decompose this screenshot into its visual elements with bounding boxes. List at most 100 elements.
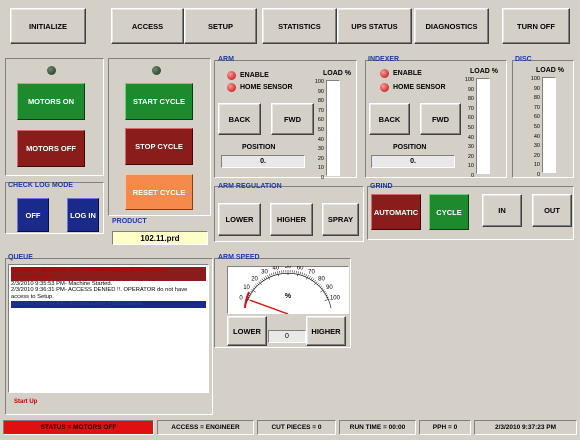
reset-cycle-button[interactable]: RESET CYCLE — [125, 174, 193, 210]
gauge-tick — [318, 284, 321, 287]
gauge-tick-label: 80 — [318, 276, 325, 282]
start-cycle-button[interactable]: START CYCLE — [125, 83, 193, 120]
gauge-tick — [314, 279, 317, 282]
gauge-tick — [305, 274, 307, 277]
status-pph: PPH = 0 — [419, 420, 471, 435]
gauge-tick — [309, 276, 311, 279]
arm-back-button[interactable]: BACK — [218, 103, 261, 135]
motors-on-button[interactable]: MOTORS ON — [17, 83, 85, 120]
gauge-tick — [255, 284, 258, 287]
indexer-load-label: LOAD % — [470, 68, 498, 75]
status-motors: STATUS = MOTORS OFF — [3, 420, 154, 435]
access-button[interactable]: ACCESS — [111, 8, 184, 44]
disc-title: DISC — [515, 56, 532, 63]
indexer-load-scale: 100 90 80 70 60 50 40 30 20 10 0 — [464, 77, 474, 179]
gauge-tick — [303, 273, 305, 276]
product-field: 102.11.prd — [112, 231, 208, 245]
statistics-button[interactable]: STATISTICS — [262, 8, 337, 44]
arm-title: ARM — [218, 56, 234, 63]
indexer-enable-label: ENABLE — [393, 70, 422, 77]
arm-position-field: 0. — [221, 155, 305, 168]
ups-status-button[interactable]: UPS STATUS — [337, 8, 412, 44]
arm-load-scale: 100 90 80 70 60 50 40 30 20 10 0 — [314, 79, 324, 181]
gauge-tick — [273, 272, 275, 275]
status-access: ACCESS = ENGINEER — [157, 420, 254, 435]
automatic-button[interactable]: AUTOMATIC — [371, 194, 421, 230]
gauge-tick-label: 90 — [326, 285, 333, 291]
grind-cycle-button[interactable]: CYCLE — [429, 194, 469, 230]
gauge-tick — [312, 278, 315, 281]
gauge-tick-label: 0 — [239, 296, 243, 302]
gauge-tick — [253, 285, 257, 288]
gauge-tick — [259, 279, 262, 282]
gauge-tick-label: 40 — [273, 266, 280, 271]
turn-off-button[interactable]: TURN OFF — [502, 8, 570, 44]
gauge-tick — [310, 277, 313, 280]
gauge-tick — [271, 273, 273, 276]
arm-enable-led — [227, 71, 236, 80]
grind-in-button[interactable]: IN — [482, 194, 522, 227]
gauge-tick — [265, 276, 267, 279]
indexer-home-sensor-label: HOME SENSOR — [393, 84, 446, 91]
gauge-tick — [319, 285, 323, 288]
log-in-button[interactable]: LOG IN — [67, 198, 99, 232]
gauge-tick — [256, 282, 259, 285]
arm-speed-display: 0 — [268, 330, 306, 343]
indexer-title: INDEXER — [368, 56, 400, 63]
spray-button[interactable]: SPRAY — [322, 203, 359, 236]
gauge-tick — [261, 278, 264, 281]
check-log-title: CHECK LOG MODE — [8, 182, 73, 189]
gauge-tick — [263, 277, 266, 280]
gauge-tick-label: 30 — [261, 270, 268, 276]
gauge-tick-label: 20 — [251, 276, 258, 282]
arm-speed-title: ARM SPEED — [218, 254, 260, 261]
arm-regulation-higher-button[interactable]: HIGHER — [270, 203, 313, 236]
gauge-red-zone — [244, 291, 250, 309]
arm-position-label: POSITION — [242, 144, 276, 151]
log-line: 2/3/2010 9:35:53 PM- Error communicating… — [11, 267, 206, 274]
gauge-tick-label: 50 — [285, 266, 292, 270]
gauge-tick-label: 60 — [297, 266, 304, 271]
disc-load-bar — [542, 77, 556, 173]
arm-speed-higher-button[interactable]: HIGHER — [306, 316, 346, 346]
arm-regulation-lower-button[interactable]: LOWER — [218, 203, 261, 236]
gauge-tick — [317, 282, 320, 285]
status-datetime: 2/3/2010 9:37:23 PM — [474, 420, 577, 435]
disc-load-scale: 100 90 80 70 60 50 40 30 20 10 0 — [530, 76, 540, 178]
stop-cycle-button[interactable]: STOP CYCLE — [125, 128, 193, 165]
log-line: access to Setup. — [11, 294, 54, 301]
log-line: 2/3/2010 9:35:53 PM- Machine Started. — [11, 280, 113, 287]
gauge-tick-label: 100 — [330, 296, 341, 302]
grind-out-button[interactable]: OUT — [532, 194, 572, 227]
motors-status-led — [47, 66, 56, 75]
gauge-tick — [297, 271, 299, 277]
motors-off-button[interactable]: MOTORS OFF — [17, 130, 85, 167]
diagnostics-button[interactable]: DIAGNOSTICS — [414, 8, 489, 44]
queue-log[interactable]: 2/3/2010 9:35:53 PM- Error communicating… — [8, 264, 209, 393]
gauge-tick — [269, 274, 271, 277]
arm-speed-lower-button[interactable]: LOWER — [227, 316, 267, 346]
indexer-load-bar — [476, 78, 490, 174]
disc-load-label: LOAD % — [536, 67, 564, 74]
arm-home-sensor-label: HOME SENSOR — [240, 84, 293, 91]
queue-title: QUEUE — [8, 254, 33, 261]
indexer-back-button[interactable]: BACK — [369, 103, 410, 135]
setup-button[interactable]: SETUP — [184, 8, 257, 44]
log-line: 2/3/2010 9:36:31 PM- ACCESS DENIED !!. O… — [11, 287, 188, 294]
arm-home-sensor-led — [227, 83, 236, 92]
cycle-status-led — [152, 66, 161, 75]
arm-speed-gauge: 0102030 40 50 60 708090 100 % — [239, 266, 341, 314]
gauge-tick — [301, 272, 303, 275]
arm-load-bar — [326, 80, 340, 176]
arm-enable-label: ENABLE — [240, 72, 269, 79]
arm-regulation-title: ARM REGULATION — [218, 183, 282, 190]
indexer-enable-led — [380, 69, 389, 78]
gauge-tick — [299, 271, 301, 275]
gauge-tick — [275, 271, 277, 275]
grind-title: GRIND — [370, 183, 393, 190]
log-off-button[interactable]: OFF — [17, 198, 49, 232]
initialize-button[interactable]: INITIALIZE — [10, 8, 86, 44]
indexer-position-label: POSITION — [393, 144, 427, 151]
indexer-position-field: 0. — [371, 155, 455, 168]
status-cut-pieces: CUT PIECES = 0 — [257, 420, 336, 435]
